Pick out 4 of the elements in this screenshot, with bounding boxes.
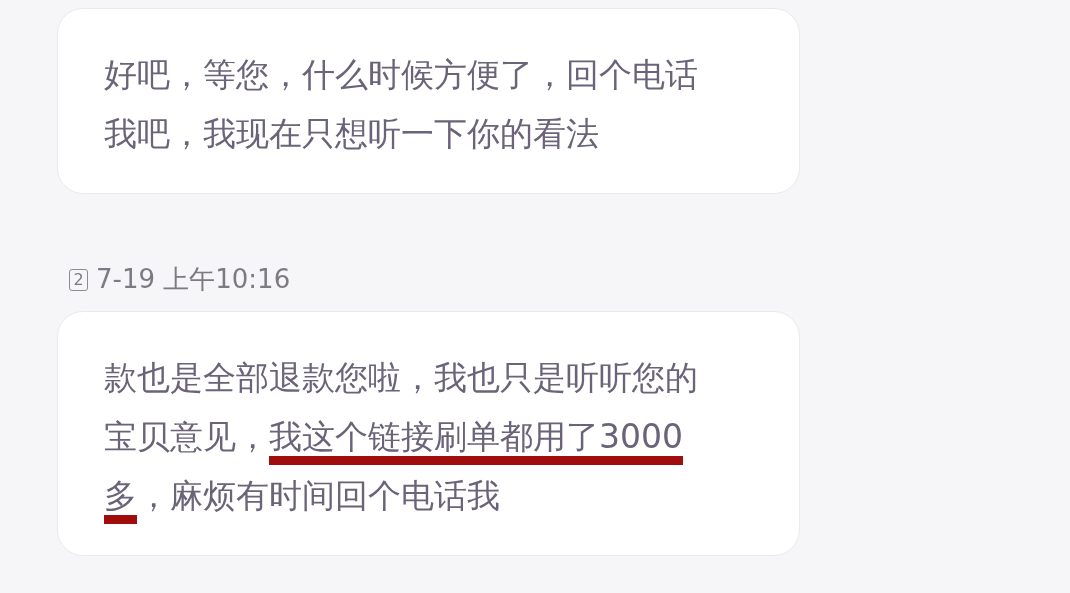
message-text: 款也是全部退款您啦，我也只是听听您的宝贝意见，我这个链接刷单都用了3000多，麻烦有时间回个电话我 — [104, 357, 699, 517]
sim-indicator: 2 — [69, 268, 88, 291]
message-text: 好吧，等您，什么时候方便了，回个电话我吧，我现在只想听一下你的看法 — [104, 54, 699, 155]
message-time: 7-19 上午10:16 — [96, 263, 291, 296]
